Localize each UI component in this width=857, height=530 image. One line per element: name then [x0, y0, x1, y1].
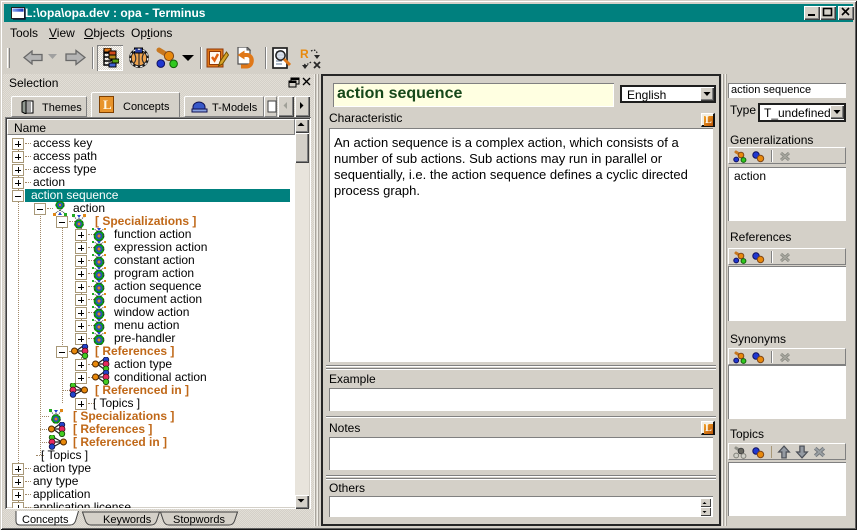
svg-text:R: R [300, 47, 309, 61]
